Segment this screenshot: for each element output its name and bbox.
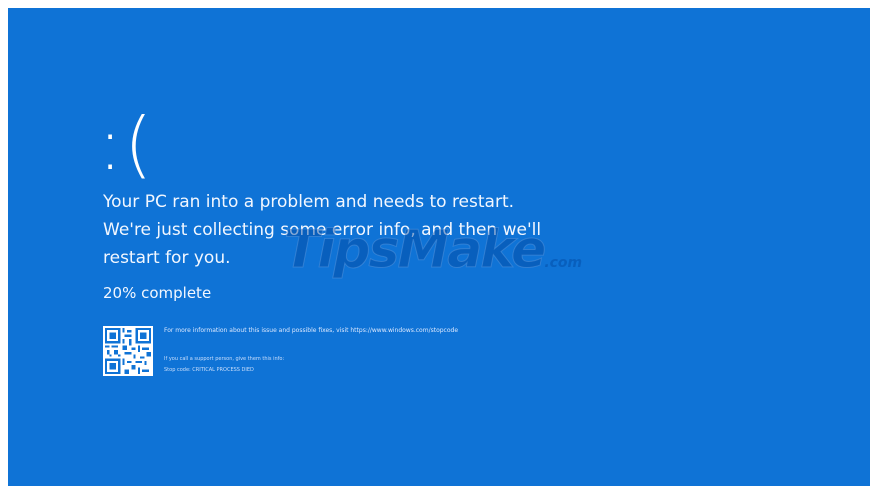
progress-text: 20% complete — [103, 284, 212, 302]
sad-face-emoticon: :( — [98, 102, 155, 186]
support-text: If you call a support person, give them … — [164, 356, 285, 362]
more-info-text: For more information about this issue an… — [164, 327, 459, 334]
qr-code-icon — [103, 326, 153, 376]
stop-code-text: Stop code: CRITICAL PROCESS DIED — [164, 367, 254, 373]
stopcode-info: For more information about this issue an… — [164, 326, 724, 374]
error-message: Your PC ran into a problem and needs to … — [103, 192, 542, 268]
bsod-screen: :( Your PC ran into a problem and needs … — [8, 8, 870, 486]
